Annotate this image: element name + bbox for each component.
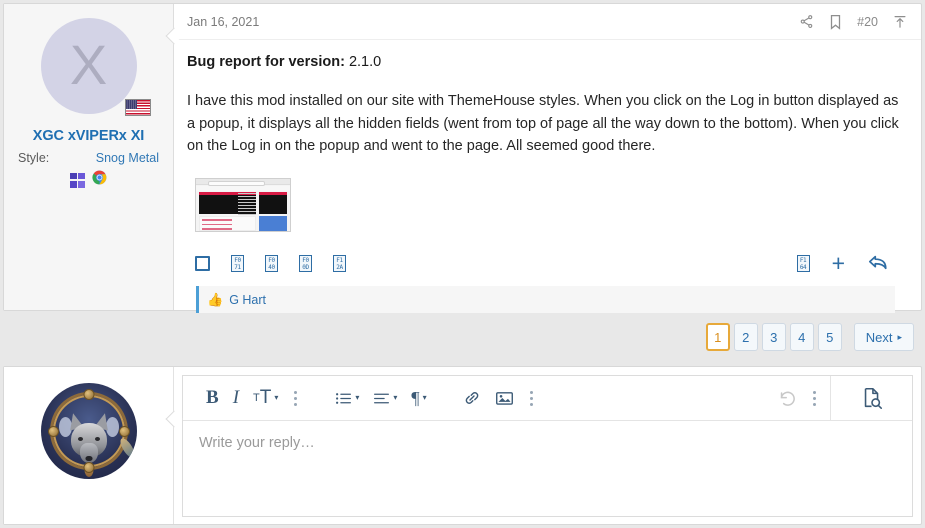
next-page-label: Next	[865, 329, 893, 345]
editor-frame: B I T T ▾ ▾ ▾ ¶ ▾ Write your reply…	[182, 375, 913, 517]
chevron-down-icon: ▾	[274, 393, 279, 402]
post-header: Jan 16, 2021 #20	[174, 4, 921, 40]
like-thumbs-up-icon[interactable]: F1 64	[796, 254, 810, 272]
style-row: Style: Snog Metal	[4, 151, 173, 165]
bug-report-version: 2.1.0	[348, 54, 382, 70]
share-icon[interactable]	[799, 14, 814, 29]
pagination: 1 2 3 4 5 Next ▸	[705, 323, 914, 351]
chevron-down-icon: ▾	[355, 393, 360, 402]
page-button-1[interactable]: 1	[705, 323, 730, 351]
reaction-bar[interactable]: 👍 G Hart	[196, 286, 895, 313]
undo-icon[interactable]	[766, 390, 809, 407]
editor-toolbar: B I T T ▾ ▾ ▾ ¶ ▾	[183, 376, 912, 421]
style-label: Style:	[18, 151, 50, 165]
chrome-logo-icon	[92, 170, 107, 190]
windows-logo-icon	[70, 172, 85, 188]
post-message-column: Jan 16, 2021 #20 Bug report for version:…	[174, 4, 921, 313]
page-button-5[interactable]: 5	[817, 323, 842, 351]
next-page-button[interactable]: Next ▸	[853, 323, 914, 351]
page-button-4[interactable]: 4	[789, 323, 814, 351]
post-username[interactable]: XGC xVIPERx XI	[4, 128, 173, 144]
insert-link-button[interactable]	[456, 383, 488, 413]
italic-button[interactable]: I	[226, 383, 246, 413]
post-body: Bug report for version: 2.1.0 I have thi…	[174, 40, 921, 313]
preview-document-button[interactable]	[830, 376, 912, 420]
reply-editor-container: B I T T ▾ ▾ ▾ ¶ ▾ Write your reply…	[3, 366, 922, 525]
chevron-right-icon: ▸	[897, 331, 902, 342]
more-actions-icon[interactable]	[809, 390, 830, 406]
chevron-down-icon: ▾	[422, 393, 427, 402]
reply-editor: B I T T ▾ ▾ ▾ ¶ ▾ Write your reply…	[174, 367, 921, 524]
jump-to-top-icon[interactable]	[893, 14, 907, 29]
user-avatar-wolf-image[interactable]	[40, 383, 137, 479]
select-post-checkbox[interactable]	[195, 255, 210, 271]
post-container: X XGC xVIPERx XI Style: Snog Metal Jan 1…	[3, 3, 922, 313]
us-flag-icon	[124, 99, 151, 116]
post-paragraph: I have this mod installed on our site wi…	[187, 92, 899, 155]
reply-textarea[interactable]: Write your reply…	[183, 421, 912, 516]
reaction-usernames[interactable]: G Hart	[229, 293, 266, 307]
add-reaction-button[interactable]: +	[832, 252, 845, 275]
bullet-list-button[interactable]: ▾	[328, 383, 366, 413]
text-align-button[interactable]: ▾	[366, 383, 404, 413]
edit-icon[interactable]: F1 2A	[333, 254, 346, 272]
chevron-down-icon: ▾	[393, 393, 398, 402]
screenshot-thumbnail[interactable]	[195, 178, 291, 232]
avatar[interactable]: X	[40, 18, 151, 116]
reply-user-column	[4, 367, 183, 524]
quote-icon[interactable]: F0 40	[265, 254, 278, 272]
post-user-column: X XGC xVIPERx XI Style: Snog Metal	[4, 4, 183, 310]
page-button-3[interactable]: 3	[761, 323, 786, 351]
bookmark-icon[interactable]	[829, 14, 842, 30]
more-insert-options-icon[interactable]	[521, 390, 542, 406]
reply-arrow-icon[interactable]	[867, 253, 889, 273]
report-icon[interactable]: F0 71	[231, 254, 244, 272]
page-button-2[interactable]: 2	[733, 323, 758, 351]
style-value: Snog Metal	[95, 151, 159, 165]
more-text-options-icon[interactable]	[285, 390, 306, 406]
thumbs-up-icon: 👍	[207, 292, 224, 307]
font-size-button[interactable]: T T ▾	[246, 383, 285, 413]
device-icons	[4, 170, 173, 190]
insert-image-button[interactable]	[488, 383, 521, 413]
post-actions: F0 71 F0 40 F0 0D F1 2A F1 64 +	[187, 246, 905, 280]
bug-report-line: Bug report for version: 2.1.0	[187, 52, 905, 74]
bold-button[interactable]: B	[199, 383, 226, 413]
delete-icon[interactable]: F0 0D	[299, 254, 312, 272]
post-number[interactable]: #20	[857, 15, 878, 29]
avatar-placeholder-letter[interactable]: X	[40, 18, 137, 114]
paragraph-format-button[interactable]: ¶ ▾	[404, 383, 433, 413]
bug-report-label: Bug report for version:	[187, 54, 345, 70]
post-date[interactable]: Jan 16, 2021	[187, 15, 259, 29]
